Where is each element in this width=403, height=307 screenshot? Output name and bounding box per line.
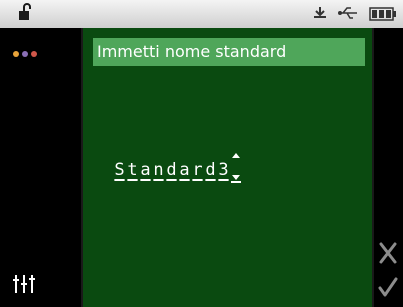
dots-menu-icon[interactable] (12, 43, 38, 62)
cursor-bar (231, 181, 241, 183)
name-char[interactable]: 3 (217, 160, 230, 180)
name-char[interactable]: S (113, 160, 126, 180)
sync-icon (312, 5, 328, 25)
dialog-title: Immetti nome standard (93, 38, 365, 66)
char-down-arrow-icon[interactable] (232, 175, 240, 180)
standard-name-field[interactable]: S t a n d a r d 3 (113, 153, 241, 187)
cancel-icon[interactable] (378, 242, 398, 268)
name-char[interactable]: d (165, 160, 178, 180)
name-char[interactable]: d (204, 160, 217, 180)
name-char[interactable]: r (191, 160, 204, 180)
char-up-arrow-icon[interactable] (232, 153, 240, 158)
name-char[interactable]: t (126, 160, 139, 180)
lock-open-icon (18, 3, 32, 25)
status-bar (0, 0, 403, 28)
battery-icon (369, 6, 397, 25)
name-char[interactable]: a (139, 160, 152, 180)
name-characters: S t a n d a r d 3 (113, 160, 230, 180)
right-toolbar (374, 28, 403, 307)
char-down-control (231, 175, 241, 183)
left-toolbar (0, 28, 48, 307)
usb-icon (337, 5, 359, 25)
char-spinner (231, 153, 241, 183)
name-entry-dialog: Immetti nome standard S t a n d a r d 3 (83, 28, 372, 307)
name-char[interactable]: a (178, 160, 191, 180)
sliders-icon[interactable] (12, 273, 36, 299)
confirm-icon[interactable] (378, 276, 398, 302)
name-char[interactable]: n (152, 160, 165, 180)
